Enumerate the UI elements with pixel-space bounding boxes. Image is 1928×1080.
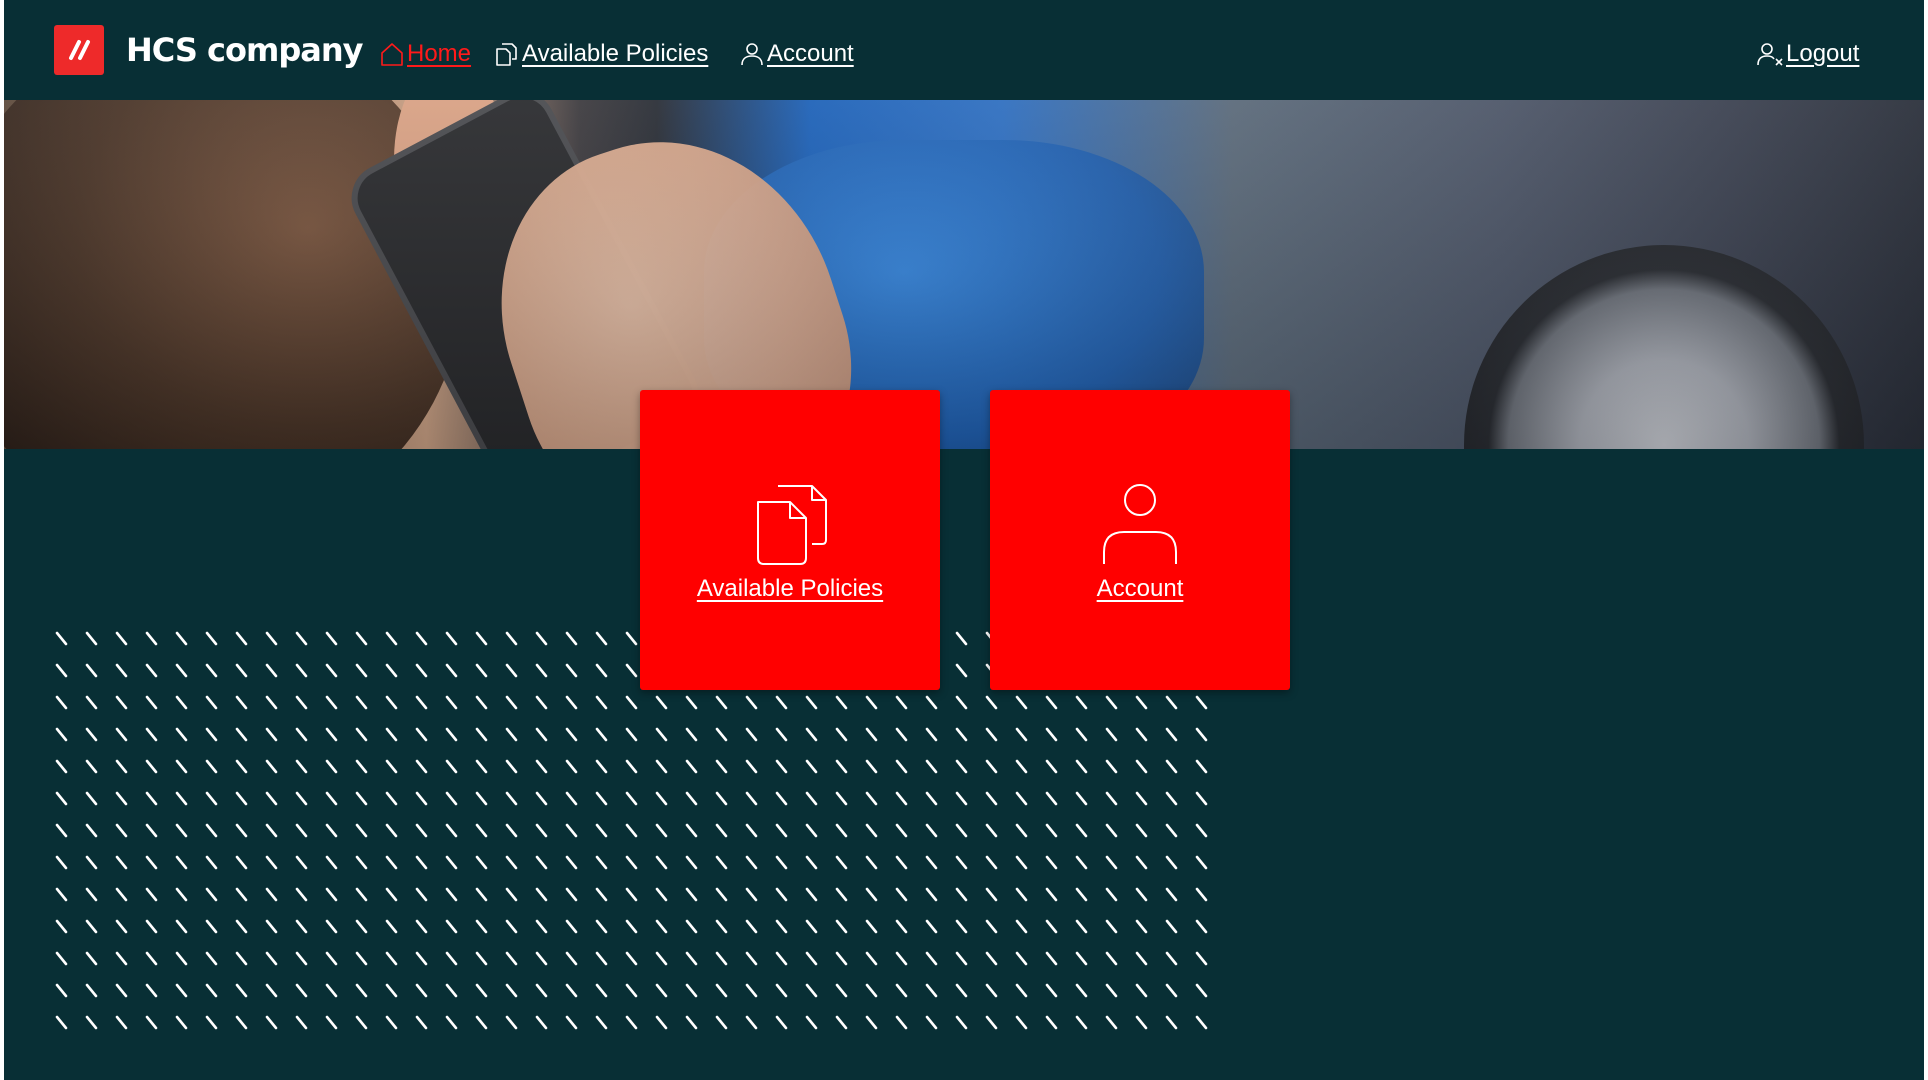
nav-policies-link[interactable]: Available Policies [494, 36, 708, 72]
brand-name[interactable]: HCS company [126, 28, 363, 72]
nav-home-label: Home [407, 40, 472, 67]
top-navbar: HCS company Home Available Policies Acco… [4, 0, 1924, 100]
documents-icon [757, 485, 827, 565]
nav-home-link[interactable]: Home [379, 36, 471, 72]
nav-account-link[interactable]: Account [739, 36, 854, 72]
available-policies-card[interactable]: Available Policies [640, 390, 940, 690]
hero-image [4, 100, 1924, 449]
documents-icon [496, 43, 517, 66]
decorative-slash-pattern [54, 630, 1214, 1030]
hero-overlay [4, 100, 1924, 449]
nav-logout-label: Logout [1786, 40, 1860, 67]
user-remove-icon [1757, 43, 1783, 66]
app-page: HCS company Home Available Policies Acco… [4, 0, 1924, 1080]
brand-logo-icon[interactable] [54, 25, 104, 75]
user-icon [741, 43, 763, 66]
nav-policies-label: Available Policies [522, 40, 709, 67]
home-icon [381, 43, 403, 66]
nav-logout-link[interactable]: Logout [1756, 36, 1859, 72]
account-card[interactable]: Account [990, 390, 1290, 690]
user-icon [1103, 484, 1177, 564]
account-card-label: Account [1096, 575, 1184, 602]
nav-account-label: Account [767, 40, 854, 67]
available-policies-card-label: Available Policies [696, 575, 884, 602]
